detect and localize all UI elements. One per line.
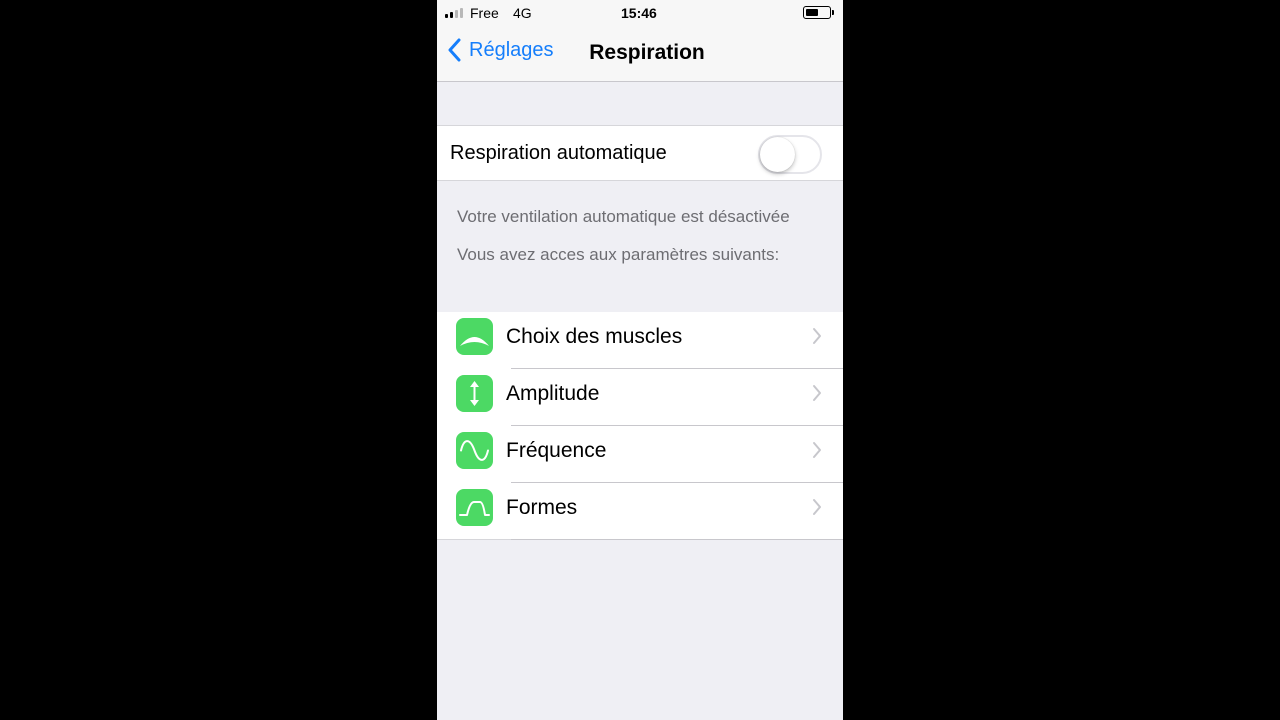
status-bar: Free 4G 15:46 bbox=[437, 0, 843, 26]
chevron-right-icon bbox=[813, 499, 821, 515]
menu-item-label: Choix des muscles bbox=[506, 325, 683, 348]
chevron-right-icon bbox=[813, 328, 821, 344]
menu-item-shapes[interactable]: Formes bbox=[437, 483, 843, 540]
menu-item-label: Amplitude bbox=[506, 382, 600, 405]
menu-item-amplitude[interactable]: Amplitude bbox=[437, 369, 843, 426]
page-title: Respiration bbox=[589, 41, 705, 64]
arc-icon bbox=[456, 318, 493, 355]
access-message: Vous avez acces aux paramètres suivants: bbox=[457, 245, 780, 264]
auto-breathing-label: Respiration automatique bbox=[450, 142, 667, 164]
network-type: 4G bbox=[513, 5, 532, 21]
menu-item-frequency[interactable]: Fréquence bbox=[437, 426, 843, 483]
switch-knob bbox=[760, 137, 795, 172]
navigation-bar: Réglages Respiration bbox=[437, 26, 843, 82]
menu-item-label: Fréquence bbox=[506, 439, 607, 462]
sine-wave-icon bbox=[456, 432, 493, 469]
waveform-shape-icon bbox=[456, 489, 493, 526]
vertical-arrows-icon bbox=[456, 375, 493, 412]
cellular-signal-icon bbox=[445, 8, 463, 18]
chevron-right-icon bbox=[813, 385, 821, 401]
menu-item-muscles[interactable]: Choix des muscles bbox=[437, 312, 843, 369]
carrier-name: Free bbox=[470, 5, 499, 21]
auto-breathing-switch[interactable] bbox=[758, 135, 822, 174]
chevron-right-icon bbox=[813, 442, 821, 458]
battery-icon bbox=[803, 6, 834, 19]
menu-item-label: Formes bbox=[506, 496, 578, 519]
phone-screen: Free 4G 15:46 Réglages Respiration Respi… bbox=[437, 0, 843, 720]
status-message: Votre ventilation automatique est désact… bbox=[457, 207, 790, 226]
settings-list: Choix des muscles Amplitude Fréquence Fo… bbox=[437, 312, 843, 540]
auto-breathing-row: Respiration automatique bbox=[437, 125, 843, 181]
status-time: 15:46 bbox=[621, 5, 657, 21]
